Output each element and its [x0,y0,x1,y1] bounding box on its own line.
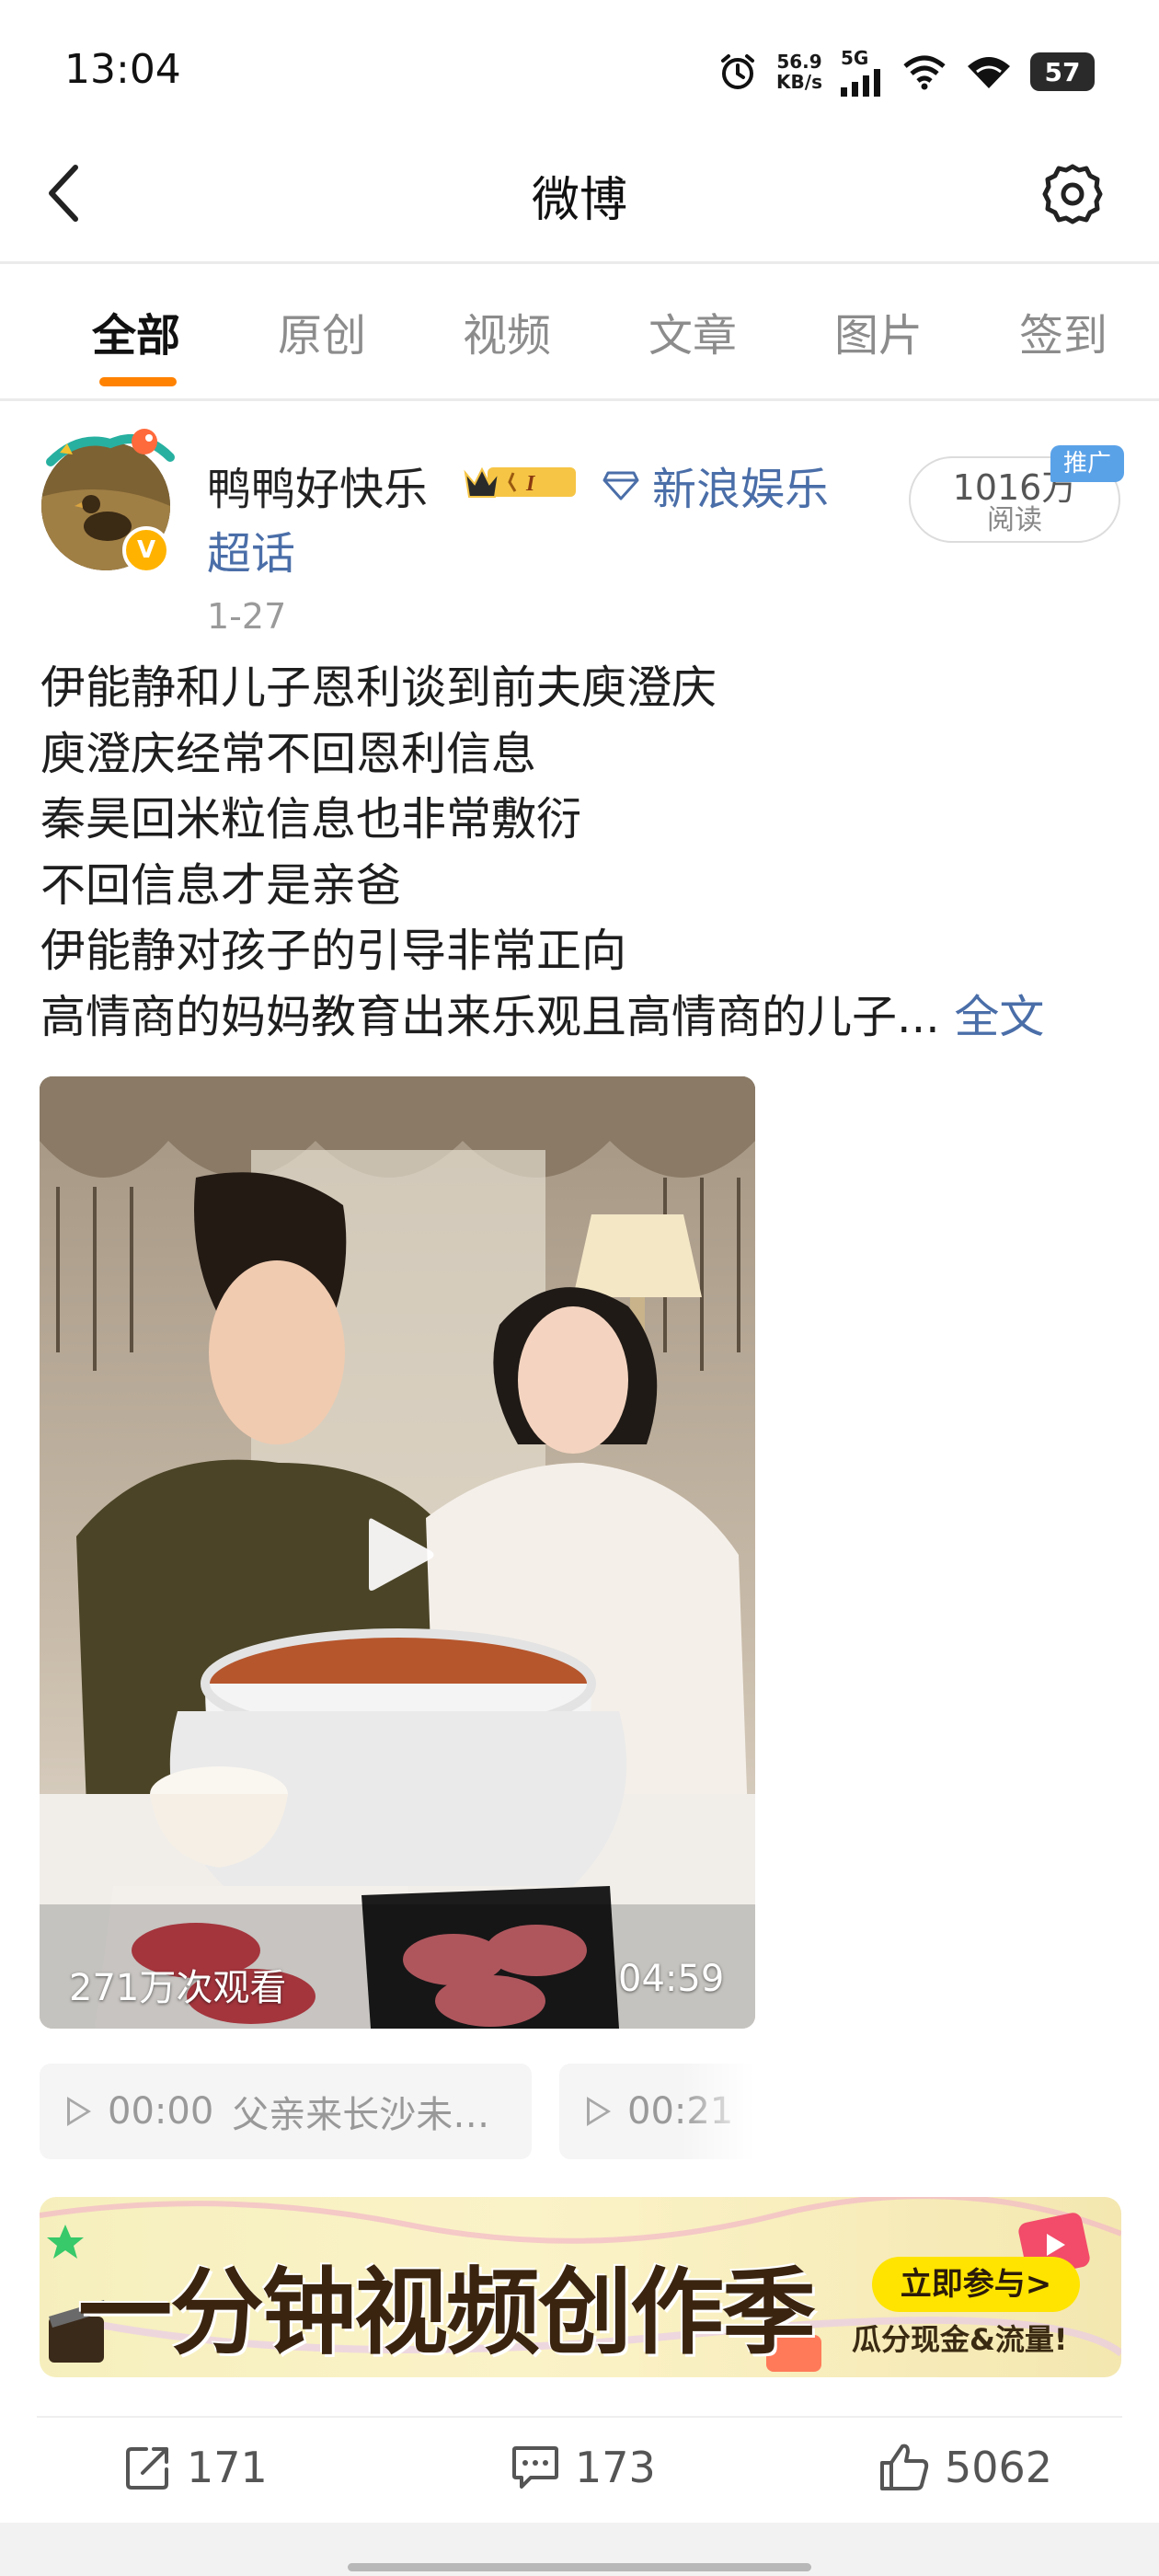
settings-button[interactable] [1039,161,1106,227]
svg-text:I: I [525,472,536,496]
tab-original[interactable]: 原创 [278,299,366,363]
promo-tag: 推广 [1050,445,1124,482]
tab-video[interactable]: 视频 [463,299,551,363]
play-icon[interactable] [363,1513,437,1596]
avatar-frame-decoration [46,429,175,466]
comment-count: 173 [575,2443,656,2492]
tab-all[interactable]: 全部 [92,299,180,363]
post-text: 伊能静和儿子恩利谈到前夫庾澄庆 庾澄庆经常不回恩利信息 秦昊回米粒信息也非常敷衍… [40,655,1126,1050]
status-icons: 56.9 KB/s 5G 57 [717,44,1095,99]
like-count: 5062 [945,2443,1053,2492]
verified-badge-icon: V [122,526,170,574]
chapter-time: 00:00 [108,2090,214,2133]
active-tab-indicator [99,377,177,386]
status-time: 13:04 [64,46,181,93]
network-type: 5G [841,47,869,69]
post-text-line: 不回信息才是亲爸 [40,858,402,912]
net-speed-unit: KB/s [776,71,822,93]
diamond-icon [602,471,639,500]
post-date: 1-27 [207,596,287,637]
video-view-count: 271万次观看 [69,1967,287,2009]
user-name[interactable]: 鸭鸭好快乐 [207,453,428,517]
crown-level-badge-icon: I [464,466,576,498]
thumbs-up-icon [880,2444,929,2490]
play-small-icon [587,2097,611,2126]
post-text-line: 秦昊回米粒信息也非常敷衍 [40,793,582,845]
gear-icon [1042,164,1103,224]
tabs-divider [0,398,1159,401]
post-text-line: 伊能静和儿子恩利谈到前夫庾澄庆 [40,661,717,714]
signal-icon [841,69,880,97]
home-indicator[interactable] [348,2563,811,2571]
banner-title: 一分钟视频创作季 [78,2259,816,2368]
full-text-link[interactable]: 全文 [954,991,1044,1043]
read-label: 阅读 [987,504,1042,536]
post-text-last-line: 高情商的妈妈教育出来乐观且高情商的儿子... 全文 [40,984,1126,1051]
comment-button[interactable]: 173 [511,2443,656,2492]
chapter-scroll-fade [681,2064,773,2159]
topic-link[interactable]: 新浪娱乐 [602,453,829,517]
chapter-title: 父亲来长沙未… [232,2094,490,2136]
alarm-icon [721,54,755,89]
repost-button[interactable]: 171 [124,2443,268,2492]
actions-divider [37,2416,1122,2418]
play-small-icon [67,2097,91,2126]
video-duration: 04:59 [618,1958,725,2000]
post-text-line: 伊能静对孩子的引导非常正向 [40,925,627,977]
wifi-icon [968,57,1010,88]
wifi-icon [903,55,946,90]
topic-name: 新浪娱乐 [652,464,830,515]
repost-count: 171 [187,2443,268,2492]
video-chapter[interactable]: 00:00 父亲来长沙未… [40,2064,532,2159]
post-text-line: 庾澄庆经常不回恩利信息 [40,727,537,780]
like-button[interactable]: 5062 [878,2443,1052,2492]
post-text-line: 高情商的妈妈教育出来乐观且高情商的儿子... [40,990,940,1043]
tab-checkin[interactable]: 签到 [1019,299,1107,363]
topic-suffix[interactable]: 超话 [207,517,295,581]
net-speed: 56.9 KB/s [776,52,822,92]
tab-article[interactable]: 文章 [648,299,737,363]
nav-divider [0,261,1159,264]
battery-icon: 57 [1030,52,1095,91]
comment-icon [512,2446,558,2489]
page-title: 微博 [531,173,627,228]
banner-subtitle: 瓜分现金&流量! [852,2322,1068,2357]
banner-cta-button[interactable]: 立即参与> [872,2257,1080,2312]
net-speed-value: 56.9 [776,51,822,73]
tab-images[interactable]: 图片 [834,299,923,363]
share-icon [126,2447,168,2490]
